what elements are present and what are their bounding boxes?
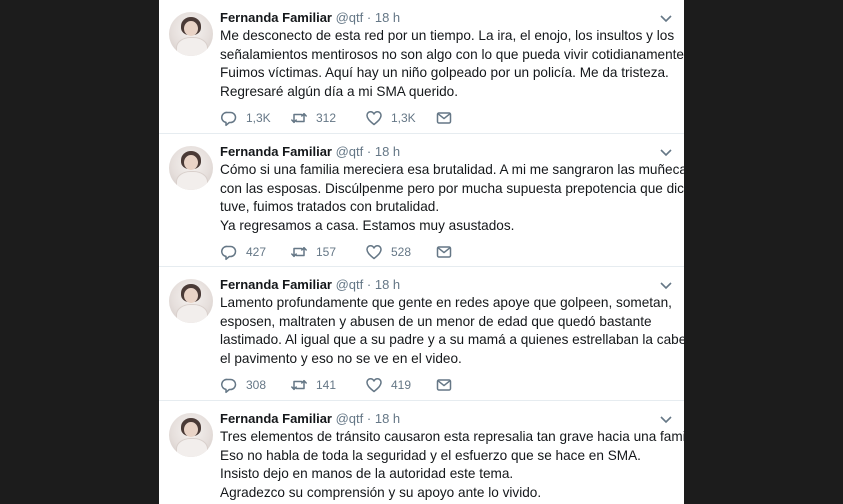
tweet[interactable]: Fernanda Familiar @qtf · 18 h Lamento pr… (159, 267, 684, 401)
tweet-text-line: Lamento profundamente que gente en redes… (220, 295, 672, 310)
separator-dot: · (366, 144, 372, 159)
like-icon (366, 245, 382, 260)
tweet[interactable]: Fernanda Familiar @qtf · 18 h Cómo si un… (159, 134, 684, 267)
reply-button[interactable]: 1,3K (220, 108, 271, 128)
like-count: 419 (391, 378, 412, 392)
author-name[interactable]: Fernanda Familiar (220, 144, 332, 159)
tweet-header: Fernanda Familiar @qtf · 18 h (220, 411, 670, 427)
tweet-text-line: Insisto dejo en manos de la autoridad es… (220, 466, 514, 481)
chevron-down-icon[interactable] (658, 411, 674, 427)
author-handle[interactable]: @qtf (336, 411, 364, 426)
tweet-text: Me desconecto de esta red por un tiempo.… (220, 27, 684, 101)
like-icon (366, 378, 382, 393)
tweet-text-line: Me desconecto de esta red por un tiempo.… (220, 28, 675, 43)
chevron-down-icon[interactable] (658, 144, 674, 160)
tweet-feed: Fernanda Familiar @qtf · 18 h Me descone… (159, 0, 684, 504)
retweet-icon (291, 112, 307, 124)
tweet-text: Lamento profundamente que gente en redes… (220, 294, 684, 368)
retweet-count: 141 (316, 378, 337, 392)
reply-count: 308 (246, 378, 267, 392)
avatar[interactable] (169, 146, 213, 190)
tweet[interactable]: Fernanda Familiar @qtf · 18 h Tres eleme… (159, 401, 684, 504)
chevron-down-icon[interactable] (658, 10, 674, 26)
retweet-button[interactable]: 312 (290, 108, 336, 128)
tweet-text-line: Agradezco su comprensión y su apoyo ante… (220, 484, 542, 500)
direct-message-button[interactable] (435, 242, 461, 262)
author-name[interactable]: Fernanda Familiar (220, 411, 332, 426)
like-button[interactable]: 528 (365, 242, 411, 262)
reply-icon (221, 378, 237, 394)
separator-dot: · (366, 411, 372, 426)
like-count: 1,3K (391, 111, 416, 125)
author-name[interactable]: Fernanda Familiar (220, 10, 332, 25)
retweet-count: 157 (316, 245, 337, 259)
tweet-header: Fernanda Familiar @qtf · 18 h (220, 10, 670, 26)
tweet-text: Cómo si una familia mereciera esa brutal… (220, 161, 684, 235)
tweet-text: Tres elementos de tránsito causaron esta… (220, 428, 684, 502)
chevron-down-icon[interactable] (658, 277, 674, 293)
direct-message-button[interactable] (435, 108, 461, 128)
reply-icon (221, 245, 237, 261)
reply-button[interactable]: 427 (220, 242, 266, 262)
like-icon (366, 111, 382, 126)
like-button[interactable]: 1,3K (365, 108, 416, 128)
tweet-text-line: Ya regresamos a casa. Estamos muy asusta… (220, 217, 515, 233)
separator-dot: · (366, 10, 372, 25)
retweet-icon (291, 379, 307, 391)
tweet-text-line: el pavimento y eso no se ve en el video. (220, 350, 462, 366)
retweet-button[interactable]: 141 (290, 375, 336, 395)
tweet-text-line: Regresaré algún día a mi SMA querido. (220, 83, 459, 99)
author-handle[interactable]: @qtf (336, 10, 364, 25)
tweet-text-line: tuve, fuimos tratados con brutalidad. (220, 199, 440, 214)
direct-message-icon (436, 379, 452, 391)
tweet-header: Fernanda Familiar @qtf · 18 h (220, 277, 670, 293)
author-handle[interactable]: @qtf (336, 277, 364, 292)
author-handle[interactable]: @qtf (336, 144, 364, 159)
tweet-text-line: esposen, maltraten y abusen de un menor … (220, 313, 652, 329)
tweet-text-line: Tres elementos de tránsito causaron esta… (220, 429, 684, 444)
avatar[interactable] (169, 413, 213, 457)
tweet-text-line: Fuimos víctimas. Aquí hay un niño golpea… (220, 65, 669, 80)
avatar[interactable] (169, 12, 213, 56)
tweet-text-line: señalamientos mentirosos no son algo con… (220, 46, 684, 62)
tweet-header: Fernanda Familiar @qtf · 18 h (220, 144, 670, 160)
tweet-text-line: Cómo si una familia mereciera esa brutal… (220, 162, 684, 177)
direct-message-icon (436, 112, 452, 124)
tweet-actions: 427 157 528 (220, 242, 500, 262)
direct-message-icon (436, 246, 452, 258)
timestamp[interactable]: 18 h (375, 277, 400, 292)
tweet-text-line: Eso no habla de toda la seguridad y el e… (220, 447, 641, 463)
direct-message-button[interactable] (435, 375, 461, 395)
reply-count: 427 (246, 245, 267, 259)
like-button[interactable]: 419 (365, 375, 411, 395)
retweet-icon (291, 246, 307, 258)
like-count: 528 (391, 245, 412, 259)
separator-dot: · (366, 277, 372, 292)
tweet[interactable]: Fernanda Familiar @qtf · 18 h Me descone… (159, 0, 684, 134)
reply-count: 1,3K (246, 111, 271, 125)
retweet-count: 312 (316, 111, 337, 125)
retweet-button[interactable]: 157 (290, 242, 336, 262)
author-name[interactable]: Fernanda Familiar (220, 277, 332, 292)
reply-icon (221, 111, 237, 127)
tweet-actions: 308 141 419 (220, 375, 500, 395)
tweet-actions: 1,3K 312 1,3K (220, 108, 500, 128)
timestamp[interactable]: 18 h (375, 144, 400, 159)
tweet-text-line: con las esposas. Discúlpenme pero por mu… (220, 180, 684, 196)
tweet-text-line: lastimado. Al igual que a su padre y a s… (220, 332, 684, 347)
avatar[interactable] (169, 279, 213, 323)
timestamp[interactable]: 18 h (375, 411, 400, 426)
timestamp[interactable]: 18 h (375, 10, 400, 25)
reply-button[interactable]: 308 (220, 375, 266, 395)
